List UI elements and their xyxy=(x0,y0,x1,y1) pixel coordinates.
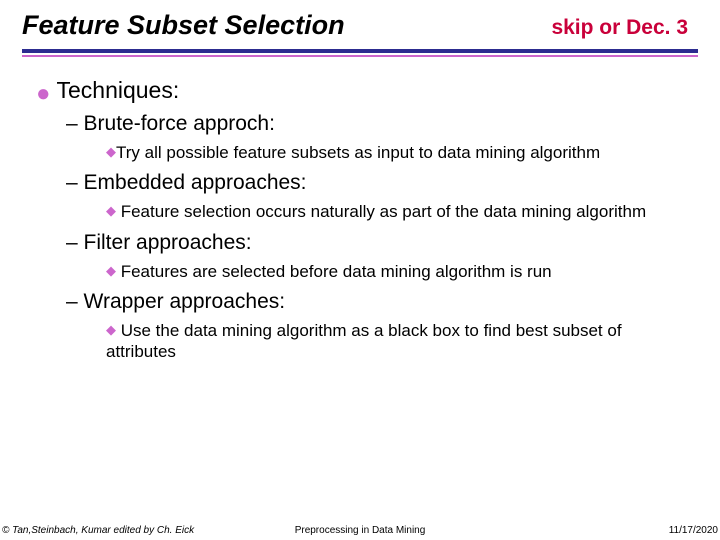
title-rule xyxy=(22,49,698,57)
list-item: – Filter approaches: xyxy=(66,231,694,255)
bullet-diamond-icon: ◆ xyxy=(106,263,116,278)
rule-navy xyxy=(22,49,698,53)
item-heading: Filter approaches: xyxy=(84,231,252,254)
list-item: – Embedded approaches: xyxy=(66,171,694,195)
footer-left: © Tan,Steinbach, Kumar edited by Ch. Eic… xyxy=(2,525,194,536)
item-heading: Brute-force approch: xyxy=(84,112,275,135)
footer-right: 11/17/2020 xyxy=(669,525,718,536)
bullet-diamond-icon: ◆ xyxy=(106,203,116,218)
bullet-dot-icon: ● xyxy=(36,80,51,107)
footer-center: Preprocessing in Data Mining xyxy=(295,525,426,536)
list-item-detail: ◆ Feature selection occurs naturally as … xyxy=(106,201,680,222)
list-item: – Brute-force approch: xyxy=(66,112,694,136)
slide-body: ● Techniques: – Brute-force approch: ◆Tr… xyxy=(0,57,720,362)
list-item-detail: ◆ Use the data mining algorithm as a bla… xyxy=(106,320,680,363)
list-item-detail: ◆ Features are selected before data mini… xyxy=(106,261,680,282)
item-detail-text: Features are selected before data mining… xyxy=(116,262,552,281)
header-note: skip or Dec. 3 xyxy=(551,16,688,40)
item-detail-text: Feature selection occurs naturally as pa… xyxy=(116,202,646,221)
item-detail-text: Try all possible feature subsets as inpu… xyxy=(116,143,600,162)
bullet-diamond-icon: ◆ xyxy=(106,144,116,159)
list-item-detail: ◆Try all possible feature subsets as inp… xyxy=(106,142,680,163)
section-heading: ● Techniques: xyxy=(36,77,694,104)
slide-title: Feature Subset Selection xyxy=(22,10,345,41)
item-detail-text: Use the data mining algorithm as a black… xyxy=(106,321,622,361)
slide: Feature Subset Selection skip or Dec. 3 … xyxy=(0,0,720,540)
slide-header: Feature Subset Selection skip or Dec. 3 xyxy=(0,0,720,57)
list-item: – Wrapper approaches: xyxy=(66,290,694,314)
section-heading-text: Techniques: xyxy=(56,77,179,103)
item-heading: Wrapper approaches: xyxy=(84,290,286,313)
bullet-diamond-icon: ◆ xyxy=(106,322,116,337)
item-heading: Embedded approaches: xyxy=(84,171,307,194)
